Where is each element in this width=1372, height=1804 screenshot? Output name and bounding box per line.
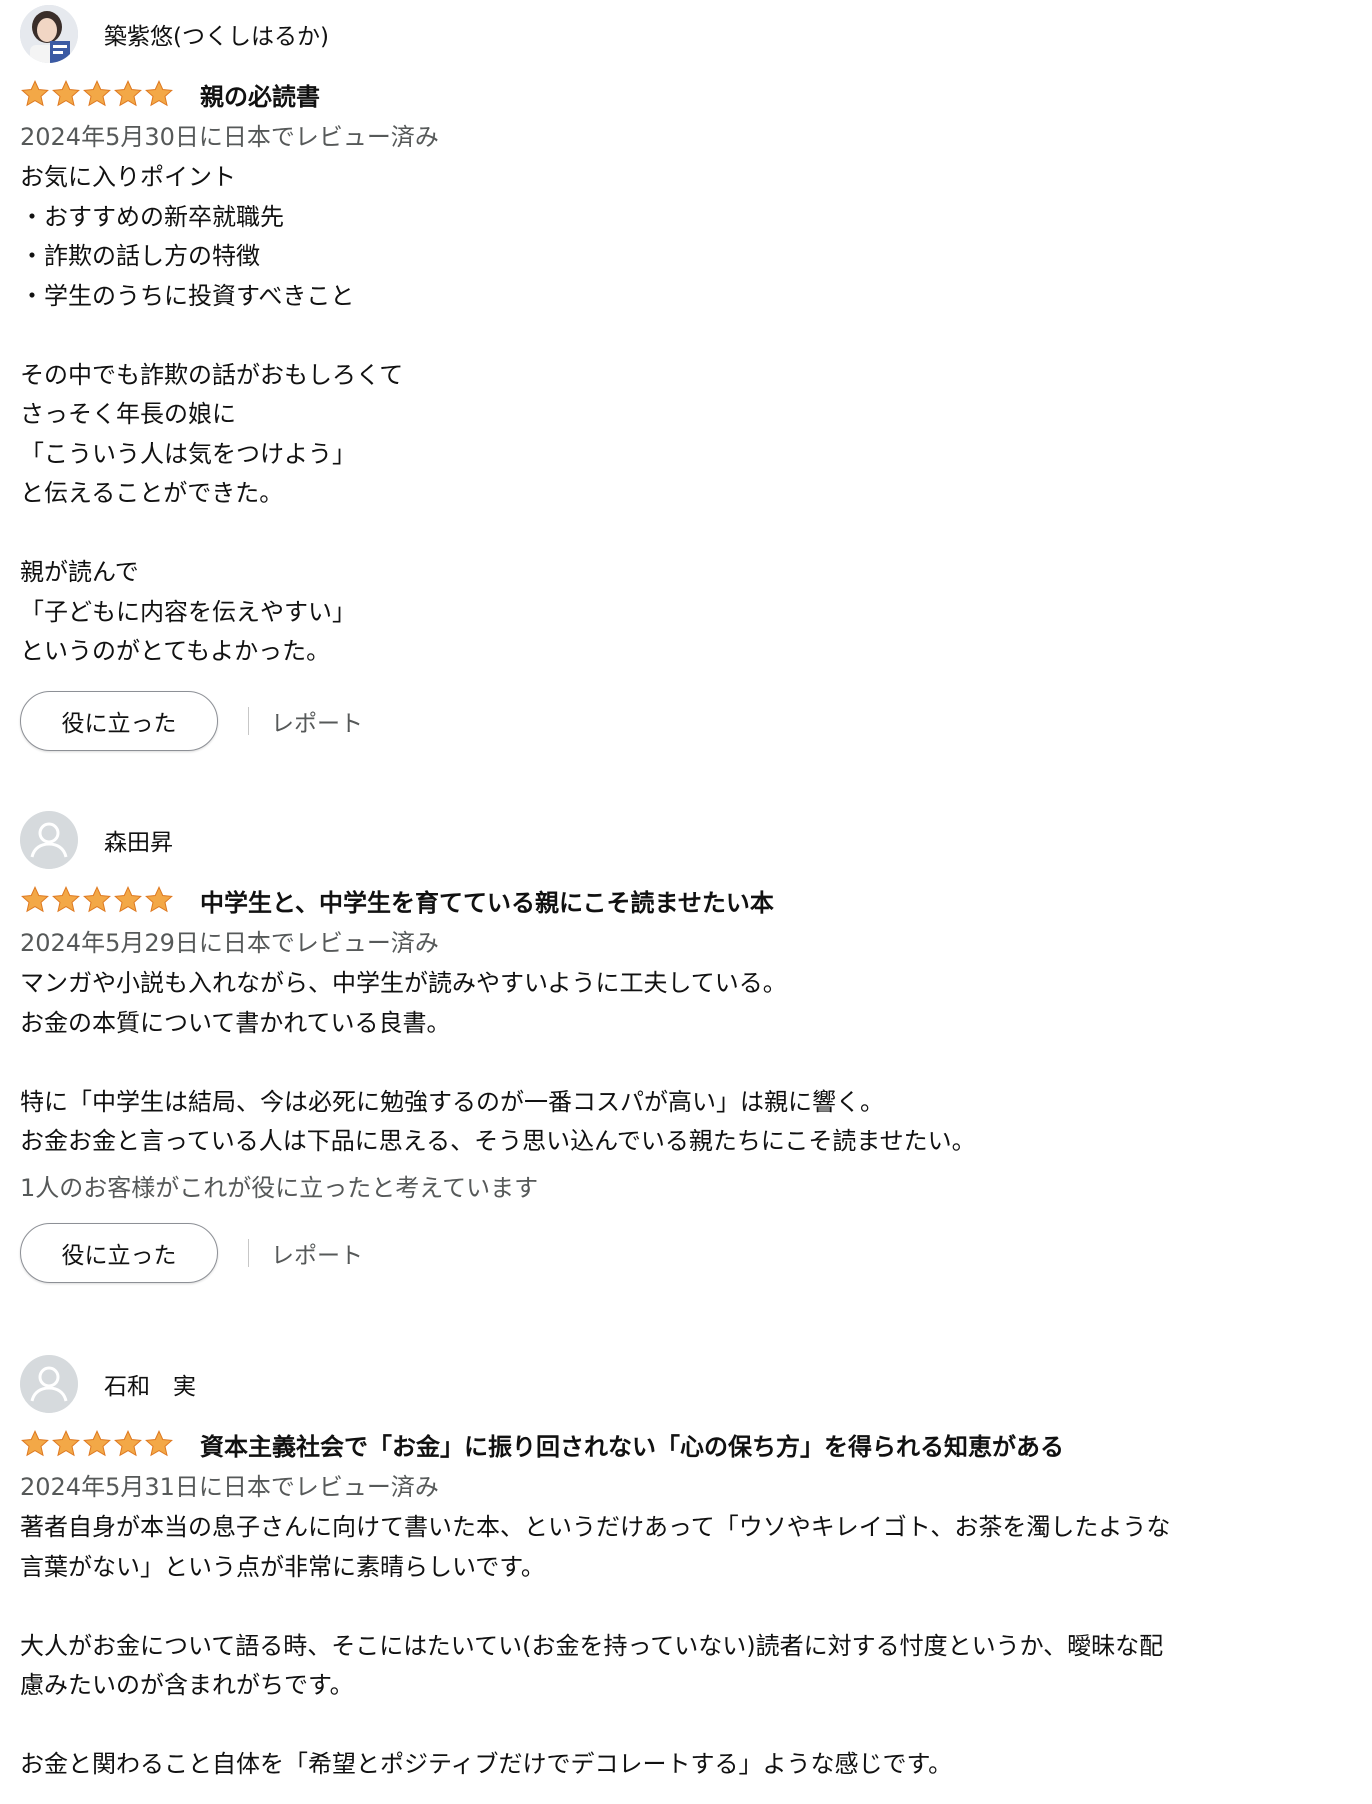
review-card: 森田昇 中学生と、中学生を育てている親にこそ読ませたい本 2024年5月29日に… bbox=[20, 810, 1372, 1284]
review-line: ・おすすめの新卒就職先 bbox=[20, 202, 284, 231]
review-line: ・学生のうちに投資すべきこと bbox=[20, 281, 355, 310]
review-date: 2024年5月30日に日本でレビュー済み bbox=[20, 123, 439, 151]
star-icon bbox=[52, 886, 80, 913]
review-line: 大人がお金について語る時、そこにはたいてい(お金を持っていない)読者に対する忖度… bbox=[20, 1631, 1164, 1660]
reviewer-name[interactable]: 築紫悠(つくしはるか) bbox=[104, 17, 329, 51]
review-title[interactable]: 親の必読書 bbox=[200, 77, 320, 112]
avatar[interactable] bbox=[20, 5, 78, 63]
review-line: 親が読んで bbox=[20, 558, 139, 586]
review-line: 言葉がない」という点が非常に素晴らしいです。 bbox=[20, 1552, 545, 1581]
review-date: 2024年5月29日に日本でレビュー済み bbox=[20, 929, 439, 957]
divider bbox=[248, 706, 249, 735]
divider bbox=[248, 1238, 249, 1267]
review-line: その中でも詐欺の話がおもしろくて bbox=[20, 360, 404, 389]
star-icon bbox=[145, 80, 173, 107]
review-actions: 役に立った レポート bbox=[20, 1222, 1372, 1284]
review-card: 築紫悠(つくしはるか) 親の必読書 2024年5月30日に日本でレビュー済み お… bbox=[20, 4, 1372, 752]
review-line: 特に「中学生は結局、今は必死に勉強するのが一番コスパが高い」は親に響く。 bbox=[20, 1087, 884, 1116]
helpful-count: 1人のお客様がこれが役に立ったと考えています bbox=[20, 1173, 539, 1202]
review-line: お金お金と言っている人は下品に思える、そう思い込んでいる親たちにこそ読ませたい。 bbox=[20, 1127, 976, 1155]
helpful-button[interactable]: 役に立った bbox=[20, 690, 218, 751]
review-line: お気に入りポイント bbox=[20, 163, 236, 191]
reviewer-profile[interactable]: 石和 実 bbox=[20, 1354, 1372, 1414]
review-line: マンガや小説も入れながら、中学生が読みやすいように工夫している。 bbox=[20, 969, 787, 997]
star-icon bbox=[21, 80, 49, 107]
star-icon bbox=[83, 1430, 111, 1457]
star-icon bbox=[21, 886, 49, 913]
review-body: 著者自身が本当の息子さんに向けて書いた本、というだけあって「ウソやキレイゴト、お… bbox=[20, 1508, 1372, 1785]
review-title[interactable]: 中学生と、中学生を育てている親にこそ読ませたい本 bbox=[200, 883, 774, 918]
report-link[interactable]: レポート bbox=[271, 704, 363, 738]
review-title[interactable]: 資本主義社会で「お金」に振り回されない「心の保ち方」を得られる知恵がある bbox=[200, 1427, 1064, 1462]
review-line: 慮みたいのが含まれがちです。 bbox=[20, 1671, 354, 1699]
star-icon bbox=[52, 1430, 80, 1457]
avatar[interactable] bbox=[20, 1355, 78, 1413]
review-card: 石和 実 資本主義社会で「お金」に振り回されない「心の保ち方」を得られる知恵があ… bbox=[20, 1354, 1372, 1785]
reviewer-name[interactable]: 石和 実 bbox=[104, 1367, 196, 1401]
review-actions: 役に立った レポート bbox=[20, 690, 1372, 752]
star-rating[interactable] bbox=[20, 885, 178, 915]
avatar[interactable] bbox=[20, 811, 78, 869]
report-link[interactable]: レポート bbox=[271, 1236, 363, 1270]
star-icon bbox=[52, 80, 80, 107]
reviewer-profile[interactable]: 森田昇 bbox=[20, 810, 1372, 870]
reviews-list: 築紫悠(つくしはるか) 親の必読書 2024年5月30日に日本でレビュー済み お… bbox=[0, 0, 1372, 1804]
default-avatar-icon bbox=[20, 811, 78, 869]
star-rating[interactable] bbox=[20, 1429, 178, 1459]
review-line: 著者自身が本当の息子さんに向けて書いた本、というだけあって「ウソやキレイゴト、お… bbox=[20, 1513, 1171, 1541]
star-icon bbox=[114, 80, 142, 107]
star-icon bbox=[83, 80, 111, 107]
star-icon bbox=[145, 886, 173, 913]
star-icon bbox=[114, 1430, 142, 1457]
star-icon bbox=[114, 886, 142, 913]
review-line: お金と関わること自体を「希望とポジティブだけでデコレートする」ような感じです。 bbox=[20, 1750, 953, 1778]
review-line: と伝えることができた。 bbox=[20, 479, 284, 507]
default-avatar-icon bbox=[20, 1355, 78, 1413]
helpful-button[interactable]: 役に立った bbox=[20, 1222, 218, 1283]
star-icon bbox=[21, 1430, 49, 1457]
reviewer-name[interactable]: 森田昇 bbox=[104, 823, 173, 857]
reviewer-photo-icon bbox=[20, 5, 78, 63]
review-line: 「こういう人は気をつけよう」 bbox=[20, 439, 356, 468]
review-line: ・詐欺の話し方の特徴 bbox=[20, 242, 260, 270]
review-line: お金の本質について書かれている良書。 bbox=[20, 1008, 451, 1037]
star-rating[interactable] bbox=[20, 79, 178, 109]
reviewer-profile[interactable]: 築紫悠(つくしはるか) bbox=[20, 4, 1372, 64]
review-body: お気に入りポイント ・おすすめの新卒就職先 ・詐欺の話し方の特徴 ・学生のうちに… bbox=[20, 158, 1372, 672]
review-line: さっそく年長の娘に bbox=[20, 400, 236, 428]
star-icon bbox=[83, 886, 111, 913]
review-body: マンガや小説も入れながら、中学生が読みやすいように工夫している。 お金の本質につ… bbox=[20, 964, 1372, 1162]
review-date: 2024年5月31日に日本でレビュー済み bbox=[20, 1473, 439, 1501]
review-line: というのがとてもよかった。 bbox=[20, 637, 331, 665]
review-line: 「子どもに内容を伝えやすい」 bbox=[20, 597, 356, 626]
star-icon bbox=[145, 1430, 173, 1457]
